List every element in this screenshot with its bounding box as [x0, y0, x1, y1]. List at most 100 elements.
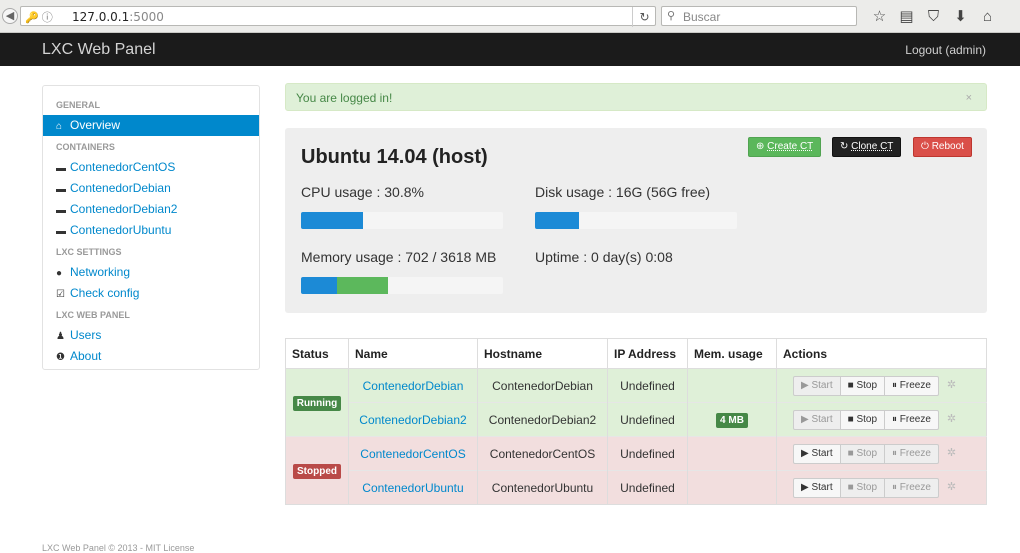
clone-ct-label: Clone CT: [851, 141, 894, 152]
header-hostname: Hostname: [477, 338, 608, 369]
ip-cell: Undefined: [607, 368, 688, 403]
action-buttons: ▶ Start ■ Stop ⏸ Freeze: [793, 477, 939, 498]
status-cell: Stopped: [285, 436, 349, 505]
container-link[interactable]: ContenedorCentOS: [360, 447, 465, 461]
start-label: Start: [811, 379, 833, 391]
settings-icon[interactable]: ✲: [947, 481, 956, 493]
home-icon[interactable]: ⌂: [974, 8, 1001, 25]
freeze-button[interactable]: ⏸ Freeze: [885, 477, 939, 498]
sidebar-item-contenedorcentos[interactable]: ▬ ContenedorCentOS: [43, 157, 259, 178]
freeze-button[interactable]: ⏸ Freeze: [885, 375, 939, 396]
container-link[interactable]: ContenedorDebian2: [359, 413, 466, 427]
brand-logo[interactable]: LXC Web Panel: [42, 41, 156, 59]
mem-cell: [687, 470, 777, 505]
sidebar-item-check-config[interactable]: ☑ Check config: [43, 283, 259, 304]
sidebar-item-contenedorubuntu[interactable]: ▬ ContenedorUbuntu: [43, 220, 259, 241]
settings-icon[interactable]: ✲: [947, 413, 956, 425]
stop-button[interactable]: ■ Stop: [840, 409, 886, 430]
sidebar-item-users[interactable]: ♟ Users: [43, 325, 259, 346]
memory-usage-bar: [301, 277, 503, 294]
url-port: :5000: [129, 10, 164, 24]
action-buttons: ▶ Start ■ Stop ⏸ Freeze: [793, 375, 939, 396]
stop-button[interactable]: ■ Stop: [840, 375, 886, 396]
reload-icon[interactable]: ↻: [632, 7, 656, 27]
sidebar-item-networking[interactable]: ● Networking: [43, 262, 259, 283]
home-icon: ⌂: [56, 121, 63, 132]
settings-icon[interactable]: ✲: [947, 447, 956, 459]
memory-usage-label: Memory usage : 702 / 3618 MB: [301, 249, 497, 265]
freeze-button[interactable]: ⏸ Freeze: [885, 409, 939, 430]
create-ct-label: Create CT: [767, 141, 814, 152]
memory-cached-fill: [337, 277, 388, 294]
browser-actions: ☆ ▤ ⛉ ⬇ ⌂: [866, 7, 1001, 25]
create-ct-button[interactable]: ⊕ Create CT: [748, 137, 822, 157]
server-icon: ▬: [56, 226, 66, 237]
pocket-icon[interactable]: ⛉: [920, 8, 947, 25]
table-row: ContenedorDebian2 ContenedorDebian2 Unde…: [286, 402, 987, 437]
action-buttons: ▶ Start ■ Stop ⏸ Freeze: [793, 409, 939, 430]
settings-icon[interactable]: ✲: [947, 379, 956, 391]
stop-icon: ■: [847, 447, 854, 459]
server-icon: ▬: [56, 184, 66, 195]
browser-toolbar: ◀ 🔑 ⓘ 127.0.0.1:5000 ↻ ⚲ Buscar ☆ ▤ ⛉ ⬇ ⌂: [0, 0, 1020, 33]
sidebar-item-label: Networking: [70, 265, 131, 279]
stop-icon: ■: [847, 481, 854, 493]
download-icon[interactable]: ⬇: [947, 7, 974, 25]
site-info-icon[interactable]: 🔑 ⓘ: [25, 9, 53, 25]
container-link[interactable]: ContenedorUbuntu: [362, 481, 463, 495]
bookmark-star-icon[interactable]: ☆: [866, 7, 893, 25]
name-cell: ContenedorCentOS: [348, 436, 478, 471]
start-button[interactable]: ▶ Start: [793, 443, 841, 464]
sidebar-header-containers: CONTAINERS: [56, 142, 115, 152]
footer-text: LXC Web Panel © 2013 - MIT License: [42, 543, 195, 553]
start-button[interactable]: ▶ Start: [793, 375, 841, 396]
stop-label: Stop: [856, 379, 878, 391]
sidebar-item-contenedordebian2[interactable]: ▬ ContenedorDebian2: [43, 199, 259, 220]
stop-icon: ■: [847, 379, 854, 391]
sidebar: GENERAL ⌂ Overview CONTAINERS ▬ Contenedor…: [42, 85, 260, 370]
logout-link[interactable]: Logout (admin): [905, 43, 986, 57]
start-label: Start: [811, 447, 833, 459]
sidebar-item-label: ContenedorCentOS: [70, 160, 176, 174]
stop-label: Stop: [856, 413, 878, 425]
sidebar-item-overview[interactable]: ⌂ Overview: [43, 115, 259, 136]
start-button[interactable]: ▶ Start: [793, 477, 841, 498]
stop-icon: ■: [847, 413, 854, 425]
memory-used-fill: [301, 277, 338, 294]
sidebar-item-contenedordebian[interactable]: ▬ ContenedorDebian: [43, 178, 259, 199]
search-bar[interactable]: ⚲ Buscar: [661, 6, 857, 26]
host-panel: Ubuntu 14.04 (host) ⊕ Create CT ↻ Clone …: [285, 128, 987, 313]
stop-button[interactable]: ■ Stop: [840, 443, 886, 464]
freeze-label: Freeze: [899, 481, 931, 493]
pause-icon: ⏸: [892, 413, 898, 425]
cpu-usage-label: CPU usage : 30.8%: [301, 184, 424, 200]
stop-button[interactable]: ■ Stop: [840, 477, 886, 498]
mem-badge: 4 MB: [716, 412, 748, 428]
actions-cell: ▶ Start ■ Stop ⏸ Freeze ✲: [776, 402, 987, 437]
container-link[interactable]: ContenedorDebian: [363, 379, 464, 393]
ip-cell: Undefined: [607, 470, 688, 505]
sidebar-item-about[interactable]: ❶ About: [43, 346, 259, 367]
pause-icon: ⏸: [892, 379, 898, 391]
start-label: Start: [811, 413, 833, 425]
table-row: ContenedorUbuntu ContenedorUbuntu Undefi…: [286, 470, 987, 505]
clone-ct-button[interactable]: ↻ Clone CT: [832, 137, 902, 157]
hostname-cell: ContenedorDebian: [477, 368, 608, 403]
sidebar-header-general: GENERAL: [56, 100, 101, 110]
start-button[interactable]: ▶ Start: [793, 409, 841, 430]
disk-usage-label: Disk usage : 16G (56G free): [535, 184, 711, 200]
freeze-button[interactable]: ⏸ Freeze: [885, 443, 939, 464]
globe-icon: ●: [56, 268, 63, 279]
cpu-usage-bar: [301, 212, 503, 229]
back-icon[interactable]: ◀: [2, 8, 18, 24]
reading-list-icon[interactable]: ▤: [893, 7, 920, 25]
pause-icon: ⏸: [892, 447, 898, 459]
mem-cell: [687, 436, 777, 471]
reboot-button[interactable]: ⏻ Reboot: [913, 137, 972, 157]
stop-label: Stop: [856, 481, 878, 493]
close-icon[interactable]: ×: [966, 92, 972, 104]
url-bar[interactable]: 🔑 ⓘ 127.0.0.1:5000: [20, 6, 656, 26]
hostname-cell: ContenedorCentOS: [477, 436, 608, 471]
name-cell: ContenedorDebian: [348, 368, 478, 403]
host-title: Ubuntu 14.04 (host): [301, 146, 488, 168]
